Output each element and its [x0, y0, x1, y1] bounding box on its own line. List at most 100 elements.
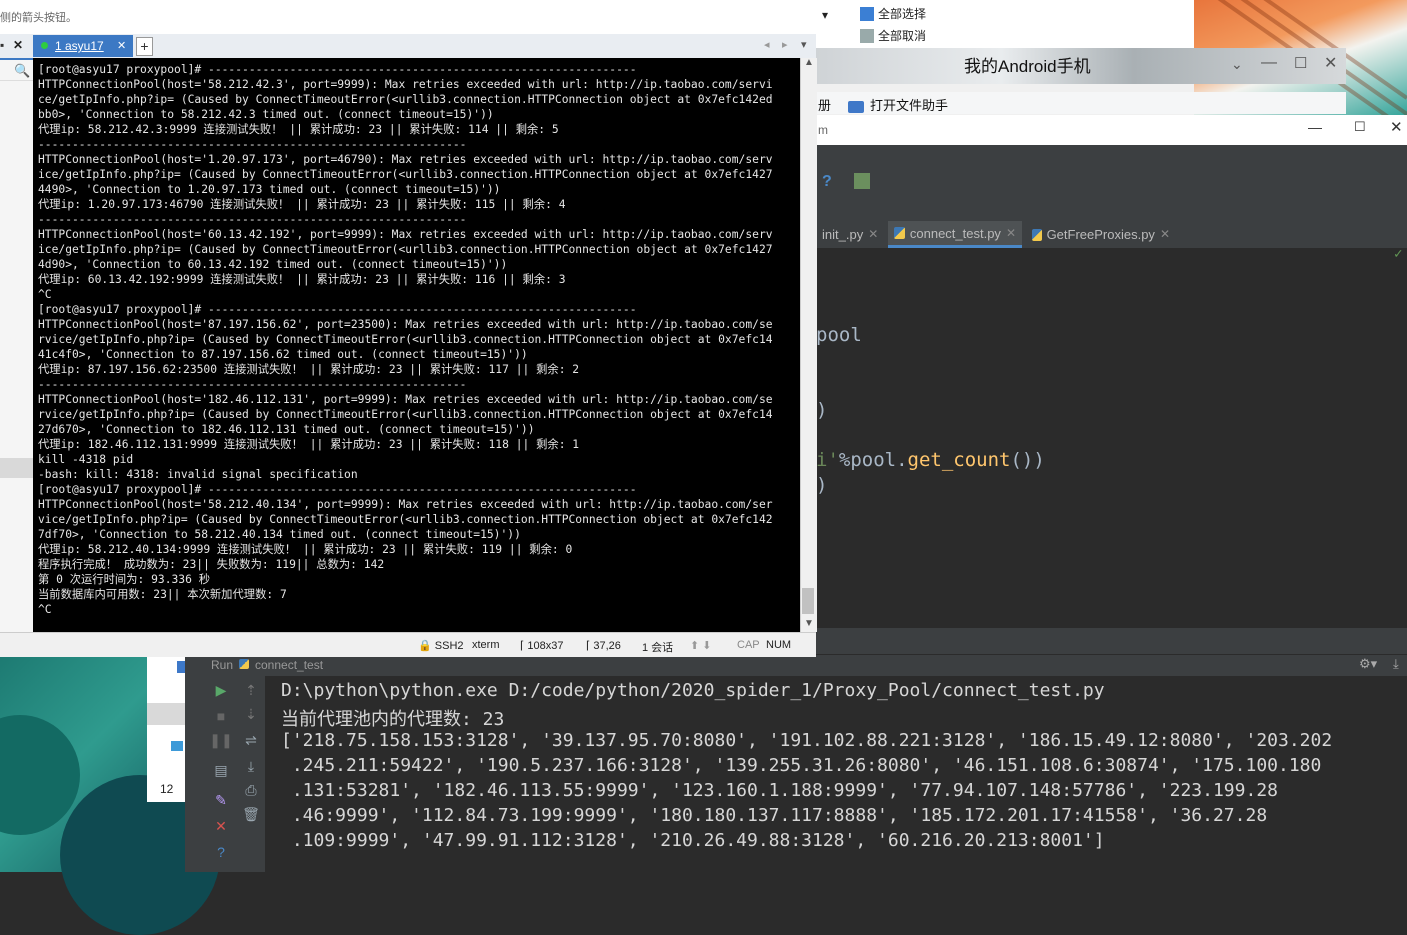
code-editor[interactable]: ✓ pool ) i'%pool.get_count()) )	[816, 246, 1407, 628]
close-icon[interactable]: ✕	[1160, 221, 1170, 248]
help-icon[interactable]: ?	[822, 173, 832, 191]
terminal-line: ----------------------------------------…	[38, 138, 467, 151]
close-icon[interactable]: ✕	[205, 818, 237, 835]
desktop-window-fragment: 12	[147, 657, 185, 802]
bookmark-bar: 册 打开文件助手	[816, 92, 1346, 114]
stop-icon[interactable]: ■	[205, 708, 237, 724]
editor-bottom-bar	[816, 628, 1407, 654]
terminal-line: ce/getIpInfo.php?ip= (Caused by ConnectT…	[38, 93, 773, 106]
dropdown-arrow-icon[interactable]: ▾	[822, 8, 828, 22]
select-all-button[interactable]: 全部选择	[860, 5, 926, 22]
console-line: D:\python\python.exe D:/code/python/2020…	[281, 680, 1105, 701]
scroll-end-icon[interactable]: ⤓	[235, 758, 267, 775]
terminal-line: 代理ip: 182.46.112.131:9999 连接测试失败！ || 累计成…	[38, 438, 580, 451]
terminal-line: 第 0 次运行时间为: 93.336 秒	[38, 573, 210, 586]
tab-getfreeproxies-label: GetFreeProxies.py	[1046, 227, 1155, 242]
terminal-line: 代理ip: 87.197.156.62:23500 连接测试失败！ || 累计成…	[38, 363, 580, 376]
terminal-line: 7df70>, 'Connection to 58.212.40.134 tim…	[38, 528, 521, 541]
terminal-line: ----------------------------------------…	[38, 213, 467, 226]
terminal-line: 4d90>, 'Connection to 60.13.42.192 timed…	[38, 258, 508, 271]
code-line: )	[816, 399, 828, 421]
bookmark-folder[interactable]: 打开文件助手	[848, 95, 948, 114]
terminal-line: 代理ip: 60.13.42.192:9999 连接测试失败！ || 累计成功:…	[38, 273, 566, 286]
terminal-line: ----------------------------------------…	[38, 378, 467, 391]
run-toolbar-secondary: ⇡ ⇣ ⇌ ⤓ ⎙ 🗑	[237, 676, 266, 872]
tab-init[interactable]: init_.py ✕	[816, 221, 886, 248]
console-line: 当前代理池内的代理数: 23	[281, 709, 505, 730]
hide-icon[interactable]: ⤓	[1393, 656, 1399, 672]
print-icon[interactable]: ⎙	[235, 782, 267, 799]
android-window-title: 我的Android手机	[964, 57, 1091, 76]
close-panel-icon[interactable]: ✕	[13, 38, 23, 52]
search-icon[interactable]: 🔍	[14, 63, 30, 79]
deselect-all-label: 全部取消	[878, 29, 927, 43]
folder-icon	[848, 100, 864, 113]
chevron-down-icon[interactable]: ⌄	[1231, 56, 1243, 73]
gear-icon[interactable]: ⚙▾	[1359, 656, 1377, 672]
status-num: NUM	[766, 639, 792, 651]
scroll-down-icon[interactable]: ▼	[804, 618, 814, 629]
pane-toggle-icon[interactable]: ▪	[0, 38, 4, 52]
xshell-side-panel: 🔍	[0, 0, 34, 632]
terminal-line: 27d670>, 'Connection to 182.46.112.131 t…	[38, 423, 535, 436]
help-icon[interactable]: ?	[205, 844, 237, 860]
upload-download-icons[interactable]: ⬆ ⬇	[690, 639, 712, 652]
pycharm-title: m	[818, 123, 828, 137]
run-config-name[interactable]: connect_test	[255, 658, 323, 672]
soft-wrap-icon[interactable]: ⇌	[235, 732, 267, 749]
settings-icon[interactable]: ✎	[205, 792, 237, 809]
up-arrow-icon[interactable]: ⇡	[235, 682, 267, 699]
pause-icon[interactable]: ❚❚	[205, 732, 237, 749]
tab-connect-test[interactable]: connect_test.py ✕	[888, 221, 1022, 248]
deselect-all-button[interactable]: 全部取消	[860, 27, 926, 44]
terminal-scrollbar[interactable]: ▲ ▼	[800, 57, 817, 632]
terminal-line: vice/getIpInfo.php?ip= (Caused by Connec…	[38, 513, 773, 526]
vcs-icon[interactable]	[854, 173, 870, 189]
terminal-line: ice/getIpInfo.php?ip= (Caused by Connect…	[38, 168, 773, 181]
down-arrow-icon[interactable]: ⇣	[235, 706, 267, 723]
terminal-line: ice/getIpInfo.php?ip= (Caused by Connect…	[38, 243, 773, 256]
new-tab-button[interactable]: +	[136, 37, 153, 56]
terminal-line: HTTPConnectionPool(host='182.46.112.131'…	[38, 393, 773, 406]
terminal[interactable]: [root@asyu17 proxypool]# ---------------…	[33, 58, 800, 632]
editor-tabs: init_.py ✕ connect_test.py ✕ GetFreeProx…	[816, 221, 1407, 249]
trash-icon[interactable]: 🗑	[235, 806, 267, 823]
run-label: Run	[211, 658, 234, 672]
terminal-line: [root@asyu17 proxypool]# ---------------…	[38, 63, 637, 76]
console-line: .46:9999', '112.84.73.199:9999', '180.18…	[281, 805, 1268, 826]
run-console-output[interactable]: D:\python\python.exe D:/code/python/2020…	[265, 676, 1407, 872]
tab-list-icon[interactable]: ▾	[801, 38, 807, 51]
maximize-icon[interactable]: ☐	[1354, 119, 1366, 135]
blue-icon	[177, 661, 185, 673]
close-icon[interactable]: ✕	[1006, 220, 1016, 247]
tab-getfreeproxies[interactable]: GetFreeProxies.py ✕	[1026, 221, 1176, 248]
terminal-line: ^C	[38, 288, 52, 301]
scroll-tabs-right-icon[interactable]: ▸	[782, 38, 788, 51]
minimize-icon[interactable]: —	[1261, 54, 1277, 72]
code-token: %pool.	[838, 449, 908, 471]
close-icon[interactable]: ✕	[117, 35, 126, 57]
tool-strip	[185, 655, 206, 872]
close-icon[interactable]: ✕	[868, 221, 878, 248]
dump-threads-icon[interactable]: ▤	[205, 762, 237, 779]
session-tab-asyu17[interactable]: 1 asyu17 ✕	[33, 35, 133, 57]
bookmark-item[interactable]: 册	[818, 95, 831, 114]
minimize-icon[interactable]: —	[1308, 119, 1322, 135]
scroll-up-icon[interactable]: ▲	[804, 57, 814, 68]
python-run-icon	[239, 658, 249, 672]
close-icon[interactable]: ✕	[1324, 53, 1337, 73]
terminal-line: HTTPConnectionPool(host='1.20.97.173', p…	[38, 153, 773, 166]
close-icon[interactable]: ✕	[1390, 118, 1403, 136]
code-token: ())	[1010, 449, 1045, 471]
run-toolbar: ▶ ■ ❚❚ ▤ ✎ ✕ ?	[205, 676, 237, 872]
code-line: )	[816, 474, 828, 496]
status-size: ⌈ 108x37	[520, 640, 564, 652]
scroll-tabs-left-icon[interactable]: ◂	[764, 38, 770, 51]
maximize-icon[interactable]: ☐	[1294, 54, 1307, 72]
status-sessions: 1 会话	[642, 642, 674, 654]
connected-status-icon	[41, 42, 48, 49]
scrollbar-thumb[interactable]	[802, 588, 814, 614]
rerun-icon[interactable]: ▶	[205, 682, 237, 699]
terminal-line: HTTPConnectionPool(host='87.197.156.62',…	[38, 318, 773, 331]
terminal-line: ^C	[38, 603, 52, 616]
